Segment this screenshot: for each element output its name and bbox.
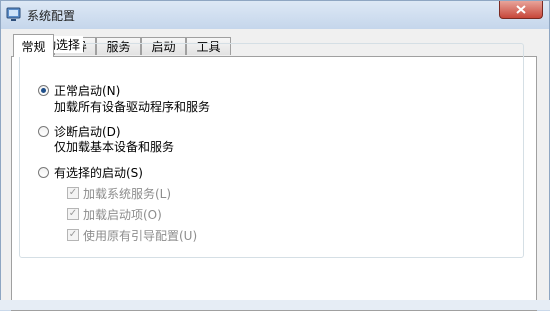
checkmark-icon: ✓ [68,187,78,198]
system-config-window: 系统配置 常规 引导 服务 启动 工具 启动选择 正常启动(N) 加载所有设备驱… [0,0,550,311]
checkmark-icon: ✓ [68,208,78,219]
system-config-app-icon [6,7,21,21]
close-icon [516,5,526,14]
tab-general-label: 常规 [21,39,46,54]
use-original-boot-config-checkbox[interactable]: ✓ [67,229,79,241]
load-system-services-checkbox[interactable]: ✓ [67,187,79,199]
normal-startup-radio[interactable] [38,85,49,96]
tab-general[interactable]: 常规 [13,34,54,57]
load-startup-items-label[interactable]: 加载启动项(O) [83,206,162,223]
selective-startup-label[interactable]: 有选择的启动(S) [54,164,143,181]
close-button[interactable] [499,1,543,19]
use-original-boot-config-label[interactable]: 使用原有引导配置(U) [83,227,197,244]
window-title: 系统配置 [27,9,76,23]
title-bar[interactable]: 系统配置 [1,1,549,29]
normal-startup-label[interactable]: 正常启动(N) [54,82,120,99]
load-system-services-label[interactable]: 加载系统服务(L) [83,185,171,202]
checkmark-icon: ✓ [68,229,78,240]
diagnostic-startup-radio[interactable] [38,126,49,137]
normal-startup-description: 加载所有设备驱动程序和服务 [54,100,211,114]
diagnostic-startup-description: 仅加载基本设备和服务 [54,140,175,154]
window-bottom-edge [0,300,550,310]
load-startup-items-checkbox[interactable]: ✓ [67,208,79,220]
selective-startup-radio[interactable] [38,167,49,178]
